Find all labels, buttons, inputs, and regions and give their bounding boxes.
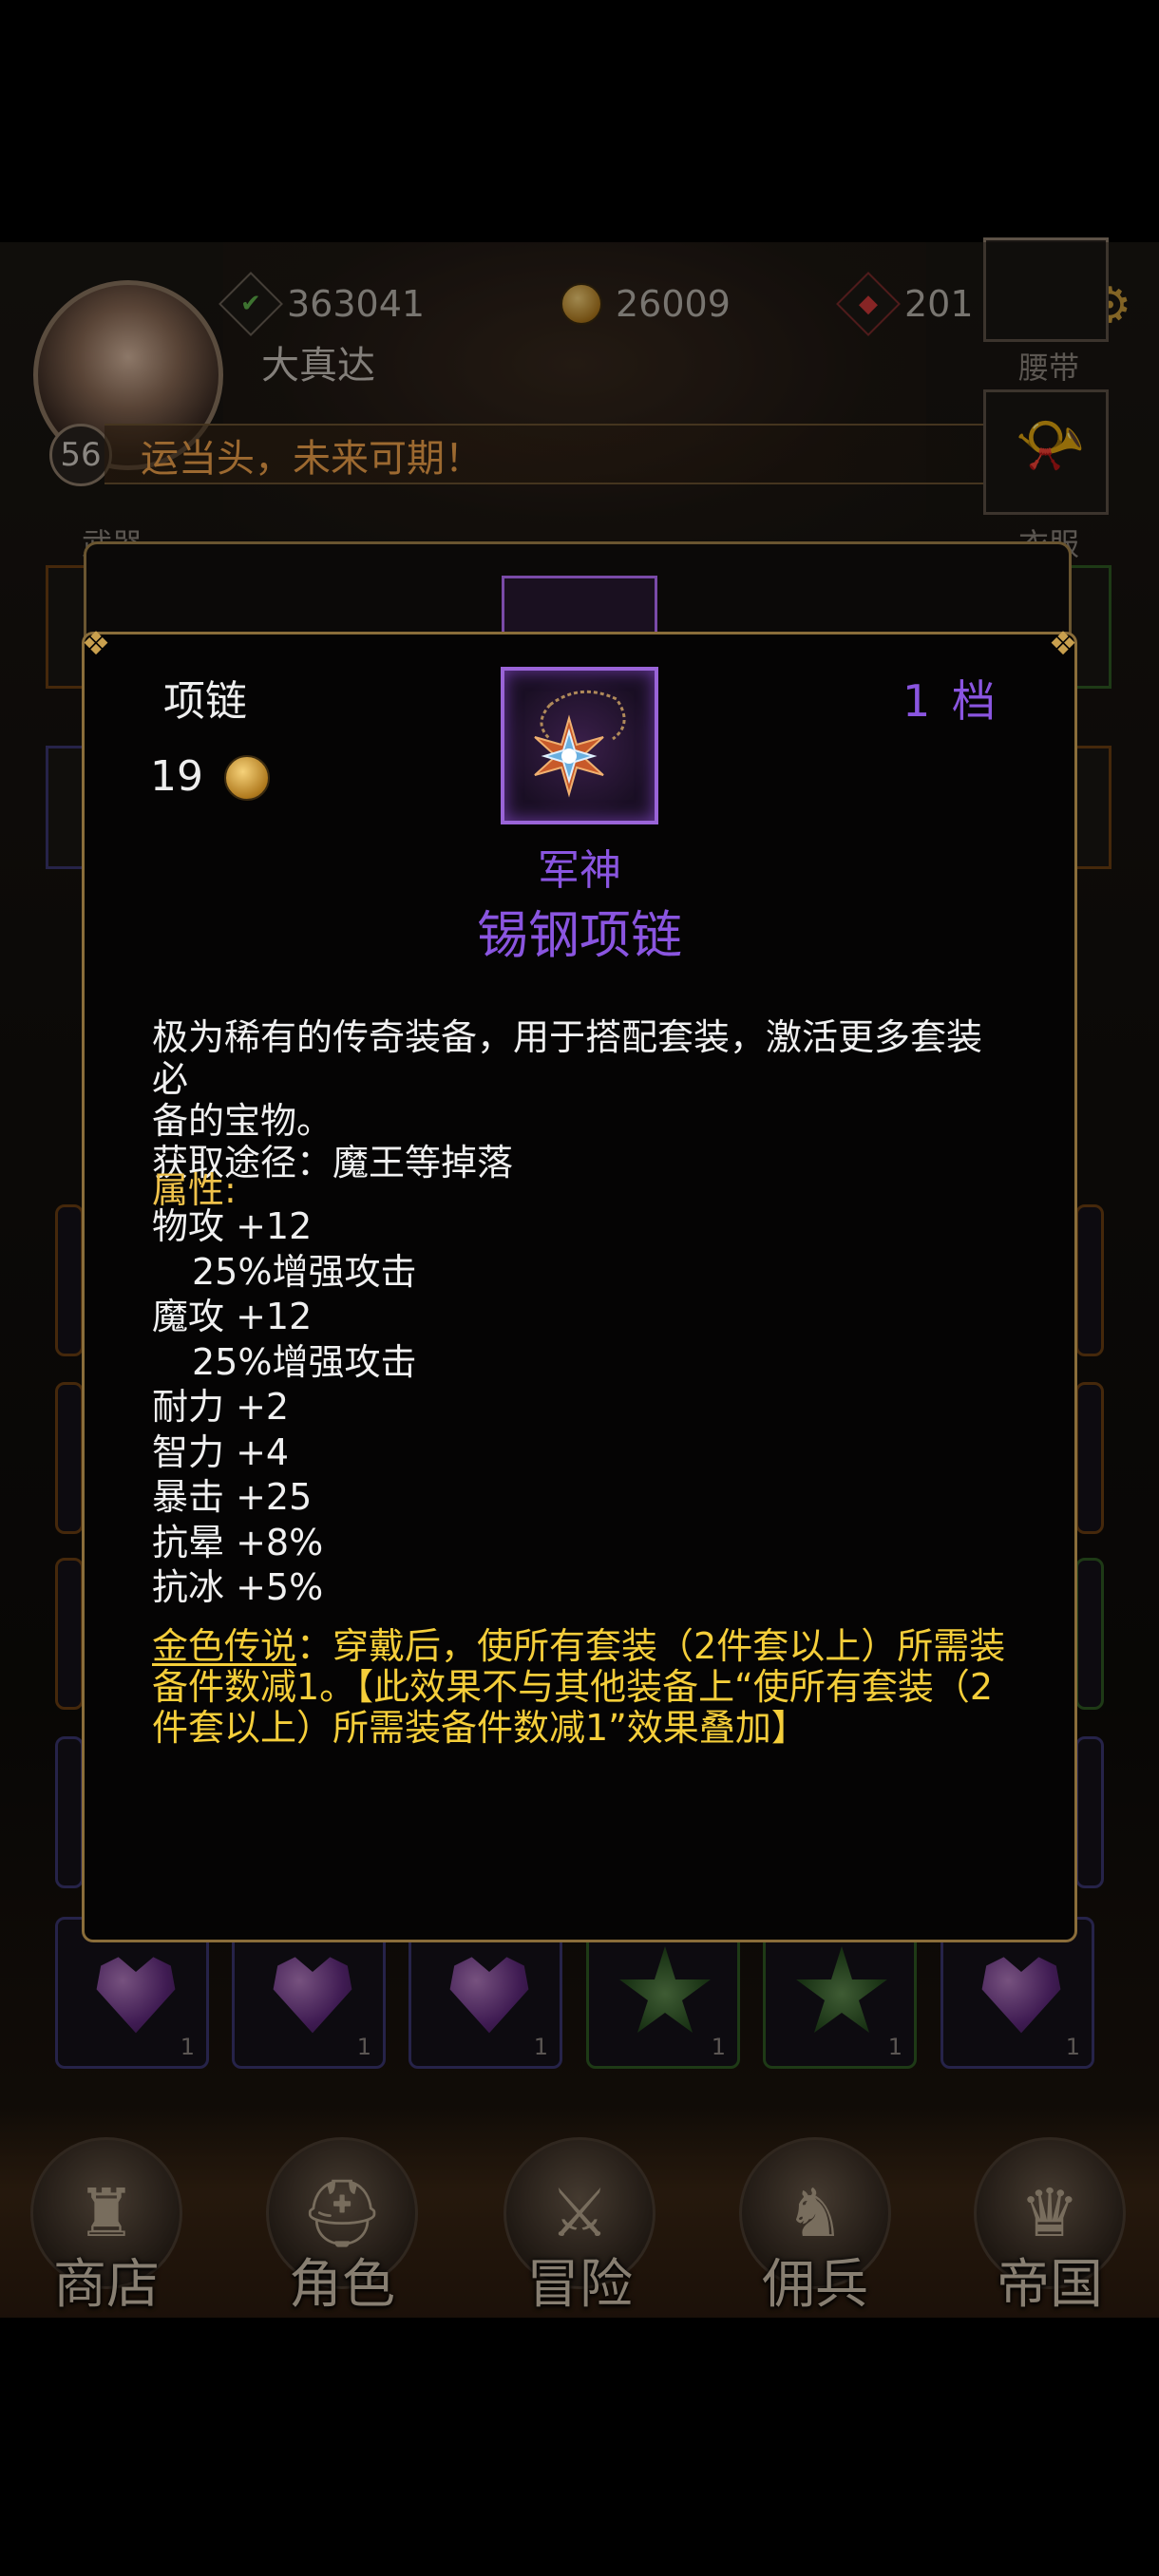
legendary-effect-line: 备件数减1。【此效果不与其他装备上“使所有套装（2 (152, 1666, 994, 1708)
corner-ornament-icon: ❖ (1048, 625, 1078, 663)
attributes-list: 物攻 +12 25%增强攻击 魔攻 +12 25%增强攻击 耐力 +2 智力 +… (152, 1204, 416, 1611)
item-type: 项链 (163, 677, 247, 726)
legendary-effect: 金色传说：穿戴后，使所有套装（2件套以上）所需装 备件数减1。【此效果不与其他装… (152, 1626, 1016, 1749)
necklace-icon (534, 690, 626, 798)
description-line: 极为稀有的传奇装备，用于搭配套装，激活更多套装必 (152, 1016, 983, 1100)
attribute-line: 抗晕 +8% (152, 1521, 324, 1563)
legendary-effect-line: ：穿戴后，使所有套装（2件套以上）所需装 (296, 1625, 1006, 1667)
item-tier: 1 档 (902, 675, 999, 727)
corner-ornament-icon: ❖ (81, 625, 111, 663)
legendary-effect-title[interactable]: 金色传说 (152, 1625, 296, 1667)
attribute-line: 抗冰 +5% (152, 1566, 324, 1608)
item-description: 极为稀有的传奇装备，用于搭配套装，激活更多套装必 备的宝物。 获取途径：魔王等掉… (152, 1016, 1016, 1184)
description-line: 备的宝物。 (152, 1100, 333, 1142)
gold-coin-icon (224, 755, 270, 801)
attribute-line: 物攻 +12 (152, 1205, 313, 1247)
item-name: 锡钢项链 (477, 905, 682, 965)
item-icon-frame (501, 667, 658, 824)
item-price: 19 (150, 752, 203, 801)
attribute-line: 智力 +4 (152, 1430, 290, 1473)
attribute-line: 耐力 +2 (152, 1386, 290, 1428)
attribute-line: 暴击 +25 (152, 1476, 313, 1518)
description-line: 获取途径：魔王等掉落 (152, 1142, 514, 1184)
legendary-effect-line: 件套以上）所需装备件数减1”效果叠加】 (152, 1707, 808, 1749)
attribute-line: 魔攻 +12 (152, 1296, 313, 1337)
attribute-sub-line: 25%增强攻击 (192, 1250, 417, 1293)
attribute-sub-line: 25%增强攻击 (192, 1340, 417, 1383)
item-prefix: 军神 (538, 846, 621, 895)
